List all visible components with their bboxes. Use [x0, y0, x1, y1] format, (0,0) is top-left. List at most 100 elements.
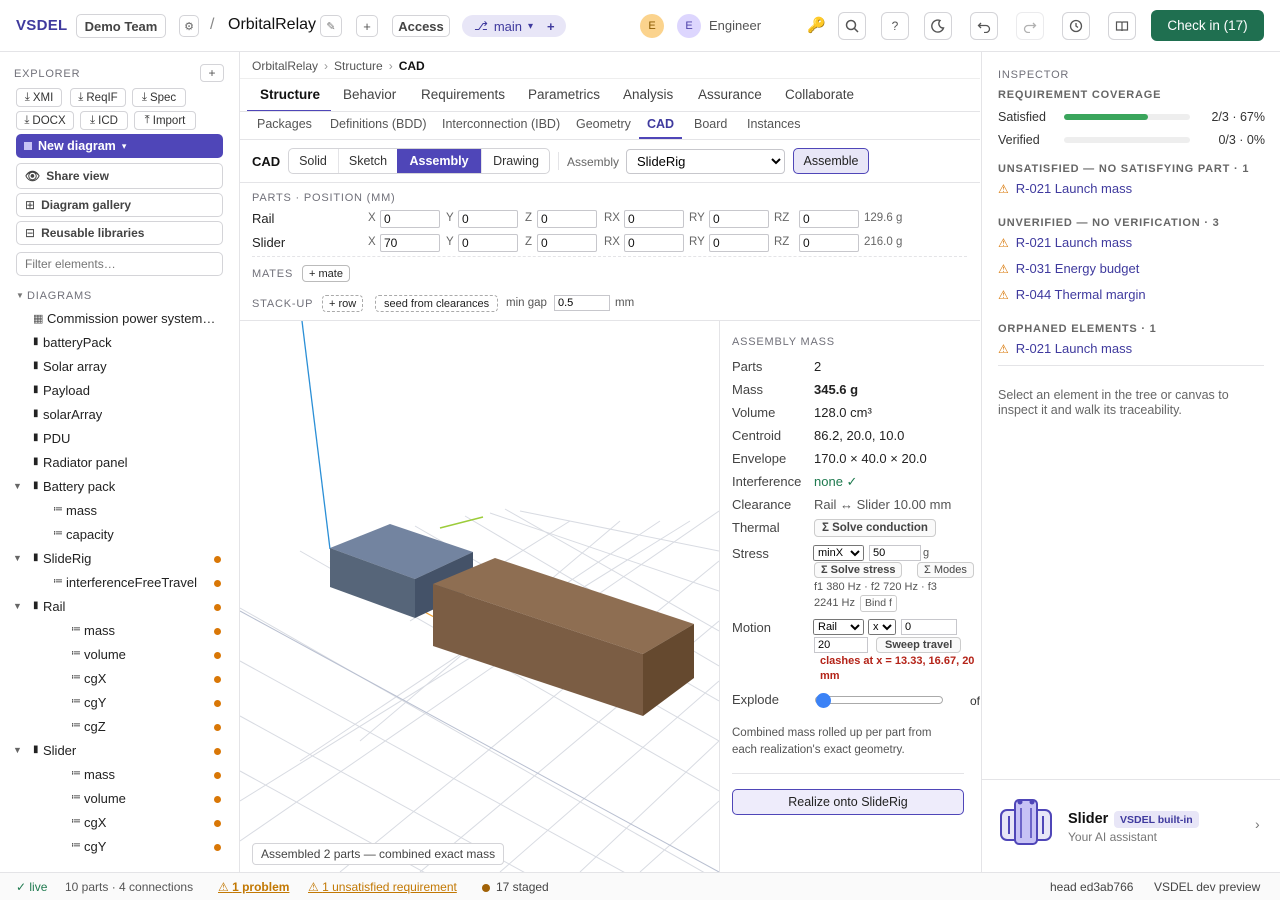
- add-mate-button[interactable]: + mate: [302, 265, 350, 282]
- tree-item[interactable]: ▮ PDU: [0, 428, 238, 450]
- redo-icon[interactable]: [1016, 12, 1044, 40]
- position-input-z[interactable]: [537, 234, 597, 252]
- tree-item[interactable]: ≔ mass: [0, 620, 238, 642]
- seed-from-clearances-button[interactable]: seed from clearances: [375, 295, 499, 312]
- diagrams-caret-icon[interactable]: ▼: [16, 291, 24, 300]
- stress-load-input[interactable]: [869, 545, 921, 561]
- branch-selector[interactable]: ⎇ main ▾ +: [462, 15, 566, 37]
- position-input-ry[interactable]: [709, 210, 769, 228]
- bind-frequency-button[interactable]: Bind f: [860, 595, 897, 612]
- tree-item[interactable]: ▼ ▮ Battery pack: [0, 476, 238, 498]
- add-icon[interactable]: +: [356, 15, 378, 37]
- explode-slider-thumb[interactable]: [816, 693, 831, 708]
- tree-item[interactable]: ▼ ▮ Slider: [0, 740, 238, 762]
- tree-item[interactable]: ≔ cgY: [0, 836, 238, 858]
- reusable-libraries-button[interactable]: ⊟ Reusable libraries: [16, 221, 223, 245]
- import-button[interactable]: ⤒ Import: [134, 111, 196, 130]
- tree-item[interactable]: ≔ cgY: [0, 692, 238, 714]
- subtab-board[interactable]: Board: [694, 117, 727, 131]
- export-spec-button[interactable]: ⤓ Spec: [132, 88, 186, 107]
- access-button[interactable]: Access: [392, 15, 450, 37]
- tree-item[interactable]: ▮ Solar array: [0, 356, 238, 378]
- tree-item[interactable]: ≔ volume: [0, 644, 238, 666]
- position-input-rx[interactable]: [624, 210, 684, 228]
- staged-count[interactable]: 17 staged: [496, 880, 549, 894]
- tab-behavior[interactable]: Behavior: [343, 87, 396, 102]
- tree-item[interactable]: ▮ Payload: [0, 380, 238, 402]
- sweep-travel-button[interactable]: Sweep travel: [876, 637, 962, 653]
- tree-item[interactable]: ▼ ▮ SlideRig: [0, 548, 238, 570]
- tab-structure[interactable]: Structure: [260, 87, 320, 102]
- tab-parametrics[interactable]: Parametrics: [528, 87, 600, 102]
- modes-button[interactable]: Σ Modes: [917, 562, 974, 578]
- position-input-x[interactable]: [380, 210, 440, 228]
- subtab-cad[interactable]: CAD: [647, 117, 674, 131]
- position-input-y[interactable]: [458, 210, 518, 228]
- position-input-rz[interactable]: [799, 234, 859, 252]
- expand-caret-icon[interactable]: ▼: [13, 553, 22, 563]
- brand-logo[interactable]: VSDEL: [16, 17, 68, 34]
- subtab-interconnection-ibd[interactable]: Interconnection (IBD): [442, 117, 560, 131]
- tree-item[interactable]: ▦ Commission power system…: [0, 308, 238, 330]
- assembly-select[interactable]: SlideRig: [626, 149, 785, 174]
- explode-slider-track[interactable]: [815, 696, 943, 704]
- team-selector[interactable]: Demo Team: [76, 14, 166, 38]
- requirement-link[interactable]: ⚠ R-021 Launch mass: [998, 181, 1132, 196]
- tree-item[interactable]: ≔ capacity: [0, 524, 238, 546]
- history-icon[interactable]: [1062, 12, 1090, 40]
- key-icon[interactable]: 🔑: [807, 16, 826, 34]
- add-branch-icon[interactable]: +: [547, 19, 555, 34]
- mode-assembly-button[interactable]: Assembly: [397, 149, 481, 173]
- export-xmi-button[interactable]: ⤓ XMI: [16, 88, 62, 107]
- requirement-link[interactable]: ⚠ R-031 Energy budget: [998, 261, 1139, 276]
- motion-from-input[interactable]: [901, 619, 957, 635]
- cad-3d-viewport[interactable]: Assembled 2 parts — combined exact mass: [240, 321, 719, 872]
- unsatisfied-requirement-link[interactable]: ⚠ 1 unsatisfied requirement: [308, 880, 457, 894]
- chevron-right-icon[interactable]: ›: [1255, 816, 1260, 832]
- tree-item[interactable]: ≔ volume: [0, 788, 238, 810]
- tree-item[interactable]: ▮ batteryPack: [0, 332, 238, 354]
- position-input-rz[interactable]: [799, 210, 859, 228]
- subtab-packages[interactable]: Packages: [257, 117, 312, 131]
- export-icd-button[interactable]: ⤓ ICD: [80, 111, 128, 130]
- docs-book-icon[interactable]: [1108, 12, 1136, 40]
- motion-to-input[interactable]: [814, 637, 868, 653]
- assistant-card[interactable]: Slider VSDEL built-in Your AI assistant …: [982, 780, 1280, 872]
- diagram-gallery-button[interactable]: ⊞ Diagram gallery: [16, 193, 223, 217]
- mode-solid-button[interactable]: Solid: [288, 149, 338, 173]
- tree-item[interactable]: ≔ cgX: [0, 668, 238, 690]
- requirement-link[interactable]: ⚠ R-021 Launch mass: [998, 341, 1132, 356]
- subtab-geometry[interactable]: Geometry: [576, 117, 631, 131]
- mode-sketch-button[interactable]: Sketch: [338, 149, 397, 173]
- expand-caret-icon[interactable]: ▼: [13, 481, 22, 491]
- subtab-instances[interactable]: Instances: [747, 117, 801, 131]
- project-name[interactable]: OrbitalRelay: [228, 16, 316, 34]
- undo-icon[interactable]: [970, 12, 998, 40]
- tree-item[interactable]: ▮ solarArray: [0, 404, 238, 426]
- requirement-link[interactable]: ⚠ R-021 Launch mass: [998, 235, 1132, 250]
- tab-collaborate[interactable]: Collaborate: [785, 87, 854, 102]
- position-input-y[interactable]: [458, 234, 518, 252]
- add-element-icon[interactable]: +: [200, 64, 224, 82]
- tab-analysis[interactable]: Analysis: [623, 87, 673, 102]
- expand-caret-icon[interactable]: ▼: [13, 601, 22, 611]
- export-reqif-button[interactable]: ⤓ ReqIF: [70, 88, 126, 107]
- position-input-rx[interactable]: [624, 234, 684, 252]
- role-label[interactable]: Engineer: [709, 18, 761, 33]
- position-input-z[interactable]: [537, 210, 597, 228]
- user-avatar[interactable]: E: [640, 14, 664, 38]
- stress-direction-select[interactable]: minX: [813, 545, 864, 561]
- dark-mode-icon[interactable]: [924, 12, 952, 40]
- expand-caret-icon[interactable]: ▼: [13, 745, 22, 755]
- filter-elements-input[interactable]: [16, 252, 223, 276]
- requirement-link[interactable]: ⚠ R-044 Thermal margin: [998, 287, 1146, 302]
- motion-axis-select[interactable]: x: [868, 619, 896, 635]
- tree-item[interactable]: ≔ interferenceFreeTravel: [0, 572, 238, 594]
- share-view-button[interactable]: 👁 Share view: [16, 163, 223, 189]
- tree-item[interactable]: ≔ cgZ: [0, 716, 238, 738]
- solve-stress-button[interactable]: Σ Solve stress: [814, 562, 903, 578]
- assemble-button[interactable]: Assemble: [793, 148, 869, 174]
- problem-link[interactable]: ⚠ 1 problem: [218, 880, 289, 894]
- export-docx-button[interactable]: ⤓ DOCX: [16, 111, 74, 130]
- add-row-button[interactable]: + row: [322, 295, 364, 312]
